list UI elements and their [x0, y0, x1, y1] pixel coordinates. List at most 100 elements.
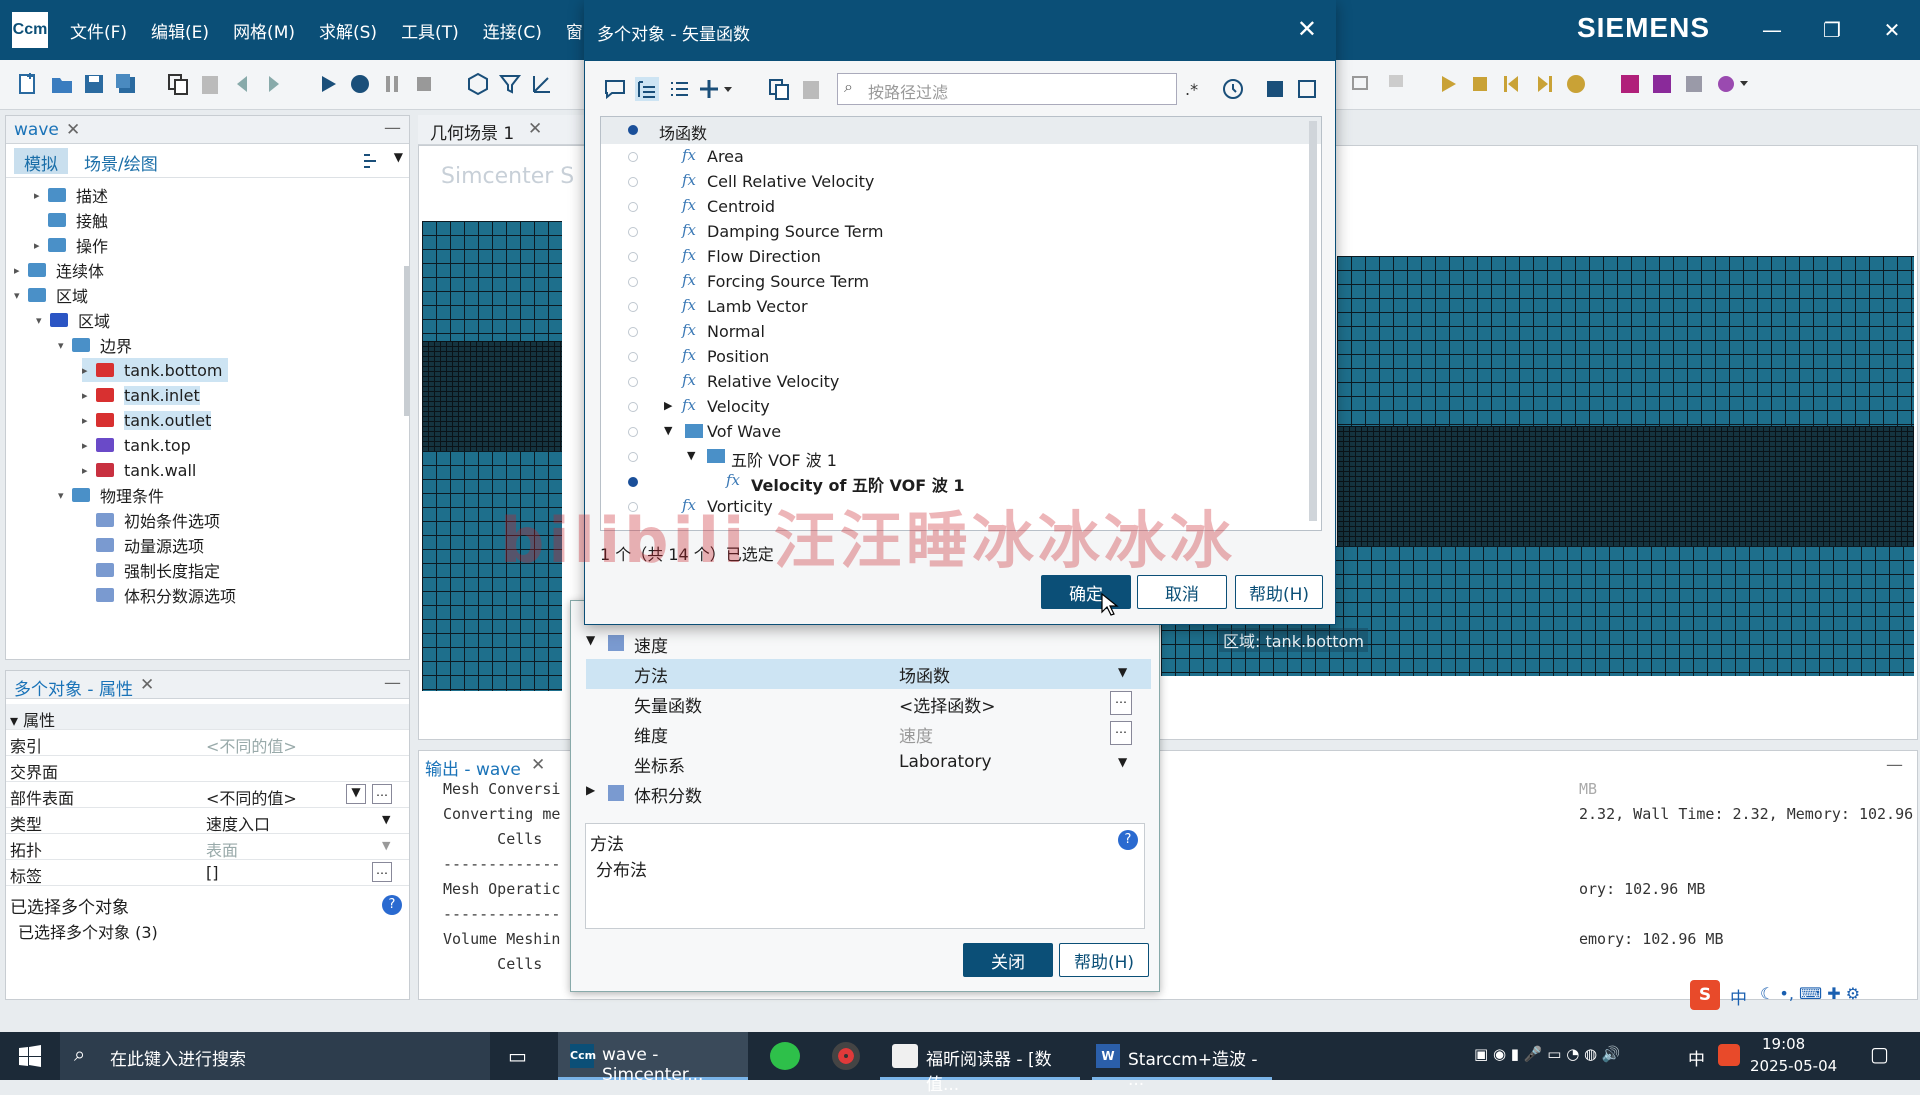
- ime-mode[interactable]: 中: [1730, 984, 1747, 1009]
- prop-row-part-surface[interactable]: 部件表面 <不同的值> ▼ …: [6, 782, 409, 808]
- chevron-right-icon[interactable]: ▶: [664, 399, 672, 412]
- display-dropdown-icon[interactable]: [1714, 72, 1750, 96]
- tab-scenes[interactable]: 场景/绘图: [74, 148, 168, 175]
- tree-item-physics[interactable]: ▾ 物理条件: [58, 483, 164, 507]
- function-item[interactable]: fx Normal: [601, 319, 1321, 344]
- list-view-icon[interactable]: [667, 77, 691, 101]
- ime-toolbar[interactable]: S 中 ☾ •, ⌨ ✚ ⚙: [1690, 980, 1920, 1012]
- function-folder-vof-wave[interactable]: ▼ Vof Wave: [601, 419, 1321, 444]
- chevron-down-icon[interactable]: ▼: [1118, 665, 1127, 679]
- clock-date[interactable]: 2025-05-04: [1750, 1057, 1837, 1075]
- tree-item-vof-source[interactable]: 体积分数源选项: [96, 583, 236, 607]
- path-filter-input[interactable]: ⌕ 按路径过滤: [837, 73, 1177, 105]
- chevron-down-icon[interactable]: ▼: [586, 633, 595, 647]
- tree-options-icon[interactable]: [361, 152, 379, 170]
- tree-item-initial-conditions[interactable]: 初始条件选项: [96, 508, 220, 532]
- sogou-tray-icon[interactable]: [1718, 1044, 1740, 1066]
- help-button[interactable]: 帮助(H): [1235, 575, 1323, 609]
- ellipsis-button[interactable]: …: [372, 862, 392, 882]
- help-icon[interactable]: ?: [1118, 830, 1138, 850]
- taskbar-app-word[interactable]: W Starccm+造波 - ...: [1092, 1032, 1272, 1090]
- tab-geometry-scene[interactable]: 几何场景 1: [430, 119, 514, 144]
- menu-edit[interactable]: 编辑(E): [151, 18, 209, 43]
- tab-properties[interactable]: 多个对象 - 属性: [14, 675, 133, 700]
- tree-item-operations[interactable]: ▸ 操作: [34, 233, 108, 257]
- chevron-right-icon[interactable]: ▶: [586, 783, 595, 797]
- tree-item-tank-outlet[interactable]: ▸ tank.outlet: [82, 408, 212, 432]
- ellipsis-button[interactable]: …: [1110, 691, 1132, 715]
- list-scrollbar[interactable]: [1309, 121, 1317, 521]
- forward-icon[interactable]: [262, 72, 286, 96]
- wechat-icon[interactable]: [770, 1042, 800, 1070]
- history-icon[interactable]: [1221, 77, 1245, 101]
- tree-item-tank-wall[interactable]: ▸ tank.wall: [82, 458, 196, 482]
- record-icon[interactable]: [348, 72, 372, 96]
- collapse-icon[interactable]: [1263, 77, 1287, 101]
- tab-close-icon[interactable]: ✕: [531, 755, 545, 775]
- record-anim-icon[interactable]: [1564, 72, 1588, 96]
- row-velocity[interactable]: ▼ 速度: [586, 629, 1151, 659]
- tree-item-regions[interactable]: ▾ 区域: [14, 283, 88, 307]
- tree-item-length-spec[interactable]: 强制长度指定: [96, 558, 220, 582]
- save-all-icon[interactable]: [114, 72, 138, 96]
- expand-icon[interactable]: [1295, 77, 1319, 101]
- step-back-icon[interactable]: [1500, 72, 1524, 96]
- function-item[interactable]: fx Lamb Vector: [601, 294, 1321, 319]
- chevron-down-icon[interactable]: ▼: [687, 449, 695, 462]
- row-coordinate-system[interactable]: 坐标系 Laboratory ▼: [586, 749, 1151, 779]
- menu-solve[interactable]: 求解(S): [319, 18, 377, 43]
- tab-close-icon[interactable]: ✕: [528, 119, 542, 139]
- function-item[interactable]: fx Position: [601, 344, 1321, 369]
- tree-item-momentum-source[interactable]: 动量源选项: [96, 533, 204, 557]
- run-icon[interactable]: [316, 72, 340, 96]
- chevron-down-icon[interactable]: ▼: [394, 150, 403, 164]
- row-vector-function[interactable]: 矢量函数 <选择函数>…: [586, 689, 1151, 719]
- function-item[interactable]: fx Forcing Source Term: [601, 269, 1321, 294]
- ellipsis-button[interactable]: …: [372, 784, 392, 804]
- function-item[interactable]: fx Relative Velocity: [601, 369, 1321, 394]
- sogou-icon[interactable]: S: [1690, 980, 1720, 1010]
- export-icon[interactable]: [1682, 72, 1706, 96]
- ime-tools-icon[interactable]: ☾ •, ⌨ ✚ ⚙: [1760, 984, 1860, 1003]
- tree-scrollbar[interactable]: [404, 266, 409, 416]
- step-forward-icon[interactable]: [1532, 72, 1556, 96]
- prop-row-type[interactable]: 类型 速度入口 ▼: [6, 808, 409, 834]
- copy-icon[interactable]: [166, 72, 190, 96]
- clipboard-icon[interactable]: [198, 72, 222, 96]
- function-folder-vof-wave-1[interactable]: ▼ 五阶 VOF 波 1: [601, 444, 1321, 470]
- recorder-icon[interactable]: [832, 1042, 860, 1070]
- tree-item-tank-top[interactable]: ▸ tank.top: [82, 433, 191, 457]
- cancel-button[interactable]: 取消: [1137, 575, 1227, 609]
- stop-anim-icon[interactable]: [1468, 72, 1492, 96]
- panel-minimize-icon[interactable]: —: [384, 673, 401, 693]
- tree-item-tank-inlet[interactable]: ▸ tank.inlet: [82, 383, 200, 407]
- plot-icon[interactable]: [1618, 72, 1642, 96]
- menu-tools[interactable]: 工具(T): [401, 18, 459, 43]
- menu-mesh[interactable]: 网格(M): [233, 18, 295, 43]
- tree-header[interactable]: 场函数: [601, 117, 1321, 144]
- copy-icon[interactable]: [767, 77, 791, 101]
- function-item[interactable]: fx Cell Relative Velocity: [601, 169, 1321, 194]
- minimize-button[interactable]: —: [1742, 0, 1802, 60]
- tree-view-icon[interactable]: [635, 77, 659, 101]
- close-dialog-button[interactable]: 关闭: [963, 943, 1053, 977]
- function-item[interactable]: fx Flow Direction: [601, 244, 1321, 269]
- row-method[interactable]: 方法 场函数 ▼: [586, 659, 1151, 689]
- save-icon[interactable]: [82, 72, 106, 96]
- chevron-down-icon[interactable]: ▼: [664, 424, 672, 437]
- tray-ime-indicator[interactable]: 中: [1688, 1045, 1705, 1070]
- taskbar-app-starccm[interactable]: Ccm wave - Simcenter...: [558, 1032, 748, 1085]
- pin-icon[interactable]: [1384, 72, 1408, 96]
- add-dropdown-icon[interactable]: [699, 77, 735, 101]
- row-dimension[interactable]: 维度 速度…: [586, 719, 1151, 749]
- function-item-velocity[interactable]: ▶ fx Velocity: [601, 394, 1321, 419]
- props-section[interactable]: ▾ 属性: [6, 704, 409, 730]
- play-icon[interactable]: [1436, 72, 1460, 96]
- function-item[interactable]: fx Damping Source Term: [601, 219, 1321, 244]
- back-icon[interactable]: [230, 72, 254, 96]
- filter-icon[interactable]: ▼: [346, 784, 366, 804]
- help-button[interactable]: 帮助(H): [1059, 943, 1149, 977]
- mesh-icon[interactable]: [466, 72, 490, 96]
- open-icon[interactable]: [50, 72, 74, 96]
- help-icon[interactable]: ?: [382, 895, 402, 915]
